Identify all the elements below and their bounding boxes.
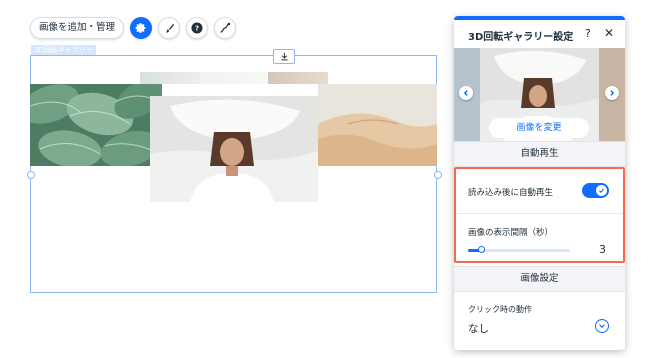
gallery-image-desert <box>318 84 437 166</box>
panel-help-button[interactable]: ? <box>585 27 591 40</box>
download-handle-button[interactable] <box>273 49 295 64</box>
3d-carousel-gallery[interactable] <box>30 72 437 202</box>
manage-images-button[interactable]: 画像を追加・管理 <box>30 17 125 39</box>
click-action-label: クリック時の動作 <box>468 305 532 314</box>
interval-label: 画像の表示間隔（秒） <box>468 228 554 238</box>
image-preview: 画像を変更 <box>454 48 625 141</box>
toggle-knob <box>596 185 607 196</box>
panel-title: 3D回転ギャラリー設定 <box>468 32 574 43</box>
animation-icon <box>220 22 231 33</box>
gallery-image-portrait <box>150 96 318 202</box>
download-icon <box>281 52 287 61</box>
help-icon: ? <box>191 22 203 34</box>
preview-prev-button[interactable] <box>459 86 473 100</box>
gallery-image-back-2 <box>200 72 268 84</box>
settings-button[interactable] <box>130 17 153 39</box>
gallery-image-leaves <box>30 84 162 166</box>
autoplay-section-header: 自動再生 <box>454 141 625 167</box>
click-action-dropdown-button[interactable] <box>595 319 609 333</box>
design-button[interactable] <box>158 17 181 39</box>
preview-next-button[interactable] <box>605 86 619 100</box>
interval-slider-thumb[interactable] <box>477 246 485 253</box>
panel-close-button[interactable]: ✕ <box>604 26 614 40</box>
animation-button[interactable] <box>214 17 237 39</box>
gallery-image-back-1 <box>140 72 200 84</box>
interval-slider[interactable] <box>468 246 570 253</box>
svg-text:?: ? <box>195 25 199 33</box>
chevron-down-icon <box>599 324 605 328</box>
panel-header: 3D回転ギャラリー設定 ? ✕ <box>454 20 625 48</box>
settings-gear-icon <box>135 23 146 33</box>
chevron-left-icon <box>463 90 468 96</box>
interval-value: 3 <box>599 243 606 256</box>
component-name-tag: 3D回転ギャラリー <box>31 45 96 55</box>
help-button[interactable]: ? <box>186 17 209 39</box>
chevron-right-icon <box>610 90 615 96</box>
click-action-select[interactable]: なし <box>468 321 489 336</box>
gallery-settings-panel: 3D回転ギャラリー設定 ? ✕ 画像を変更 自動再生 読み込み後に自動再生 画像… <box>454 16 625 350</box>
gallery-image-back-3 <box>268 72 328 84</box>
image-settings-section-header: 画像設定 <box>454 266 625 292</box>
row-divider <box>456 213 623 214</box>
autoplay-toggle[interactable] <box>582 183 609 198</box>
checkmark-icon <box>599 188 605 194</box>
design-brush-icon <box>165 23 174 33</box>
autoplay-label: 読み込み後に自動再生 <box>468 188 554 198</box>
component-toolbar: 画像を追加・管理 ? <box>30 17 237 39</box>
change-image-button[interactable]: 画像を変更 <box>489 118 589 138</box>
